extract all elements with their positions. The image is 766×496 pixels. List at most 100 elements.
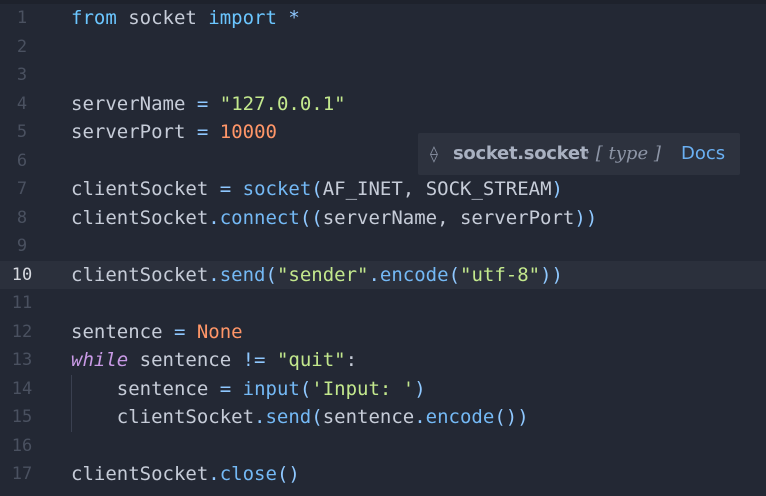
line-number: 8 — [16, 207, 28, 228]
code-line[interactable]: 11 — [0, 289, 766, 318]
code-token: sentence — [322, 406, 415, 428]
code-token: . — [414, 406, 426, 428]
code-line[interactable]: 16 — [0, 432, 766, 461]
code-line[interactable]: 8 clientSocket.connect((serverName, serve… — [0, 204, 766, 233]
code-line[interactable]: 17 clientSocket.close() — [0, 460, 766, 489]
code-token: input — [242, 377, 300, 400]
line-code[interactable]: from socket import * — [71, 4, 300, 33]
hover-tooltip: ⟠ socket.socket : [ type ] Docs — [418, 133, 740, 175]
code-line[interactable]: 1 from socket import * — [0, 4, 766, 33]
code-token: sentence — [71, 377, 220, 400]
code-line[interactable]: 15 clientSocket.send(sentence.encode()) — [0, 403, 766, 432]
code-token: send — [219, 263, 266, 286]
code-editor[interactable]: 1 from socket import * 2 3 4 serverName = "12… — [0, 0, 766, 496]
code-line[interactable]: 7 clientSocket = socket(AF_INET, SOCK_STR… — [0, 175, 766, 204]
line-number: 9 — [16, 236, 28, 256]
docs-link[interactable]: Docs — [681, 133, 725, 175]
code-token: ()) — [494, 406, 529, 428]
line-code[interactable]: clientSocket.send(sentence.encode()) — [71, 403, 529, 432]
code-token: 'Input: ' — [311, 377, 415, 400]
symbol-variable-icon: ⟠ — [430, 144, 438, 163]
line-number: 14 — [11, 378, 33, 399]
code-token: clientSocket — [71, 178, 220, 200]
line-number: 11 — [11, 293, 33, 313]
code-token: "quit" — [276, 349, 346, 371]
code-token: SOCK_STREAM — [425, 178, 552, 200]
code-token: ( — [448, 263, 461, 286]
code-token: , — [437, 206, 460, 229]
code-token: None — [196, 320, 243, 343]
code-token: serverName — [322, 206, 438, 229]
indent-guide — [71, 374, 72, 432]
code-token: from — [71, 7, 117, 29]
code-token: ( — [299, 377, 312, 400]
code-token: ( — [265, 263, 277, 286]
line-number: 16 — [11, 435, 33, 456]
line-code[interactable]: serverName = "127.0.0.1" — [71, 90, 346, 119]
code-line[interactable]: 9 — [0, 232, 766, 261]
code-token: clientSocket — [71, 263, 209, 286]
code-token: ( — [311, 406, 323, 428]
code-token: . — [208, 206, 220, 229]
code-token: socket — [242, 178, 312, 200]
code-line[interactable]: 4 serverName = "127.0.0.1" — [0, 90, 766, 119]
code-token: . — [368, 263, 380, 286]
code-token: = — [196, 92, 209, 115]
line-number: 6 — [16, 150, 28, 171]
line-code[interactable]: clientSocket.close() — [71, 460, 300, 489]
code-token: : — [345, 349, 358, 371]
code-token: = — [173, 320, 186, 343]
line-number: 17 — [11, 464, 33, 484]
code-token: = — [196, 121, 209, 143]
line-number: 3 — [16, 65, 28, 85]
line-code[interactable]: while sentence != "quit": — [71, 346, 357, 375]
code-line[interactable]: 12 sentence = None — [0, 318, 766, 347]
code-line[interactable]: 2 — [0, 33, 766, 62]
code-token: connect — [219, 206, 300, 229]
line-code[interactable]: serverPort = 10000 — [71, 118, 277, 147]
code-token: close — [219, 463, 277, 485]
code-token: . — [254, 406, 266, 428]
line-code[interactable]: sentence = None — [71, 318, 243, 347]
line-code[interactable]: clientSocket.send("sender".encode("utf-8… — [71, 261, 563, 290]
line-number: 15 — [11, 407, 33, 427]
code-token: serverName — [71, 92, 197, 115]
line-number: 10 — [11, 264, 33, 285]
tooltip-type-annotation: : [ type ] — [584, 143, 661, 164]
code-token: = — [219, 377, 232, 400]
code-token: sentence — [71, 320, 174, 343]
line-code[interactable]: sentence = input('Input: ') — [71, 375, 426, 404]
line-code[interactable]: clientSocket.connect((serverName, server… — [71, 204, 597, 233]
code-token: while — [71, 349, 129, 371]
line-number: 12 — [11, 321, 33, 342]
line-number: 1 — [16, 8, 28, 28]
code-token: (( — [299, 206, 323, 229]
code-line[interactable]: 10 clientSocket.send("sender".encode("utf… — [0, 260, 766, 290]
code-token: AF_INET — [322, 178, 403, 200]
code-token: serverPort — [459, 206, 575, 229]
line-number: 2 — [16, 36, 28, 57]
code-token: ) — [414, 377, 426, 400]
code-token: clientSocket — [71, 463, 209, 485]
code-token: "utf-8" — [460, 263, 541, 286]
code-line[interactable]: 14 sentence = input('Input: ') — [0, 375, 766, 404]
code-token: "sender" — [276, 263, 369, 286]
code-token: 10000 — [219, 121, 277, 143]
code-token: * — [276, 7, 300, 29]
code-line[interactable]: 13 while sentence != "quit": — [0, 346, 766, 375]
line-code[interactable]: clientSocket = socket(AF_INET, SOCK_STRE… — [71, 175, 563, 204]
code-token: encode — [379, 263, 449, 286]
code-token: . — [208, 463, 220, 485]
code-token: sentence — [128, 349, 243, 371]
line-number: 7 — [16, 179, 28, 199]
code-token: import — [208, 7, 277, 29]
code-line[interactable]: 3 — [0, 61, 766, 90]
code-token: = — [219, 178, 232, 200]
code-token: serverPort — [71, 121, 197, 143]
code-token: != — [242, 349, 266, 371]
